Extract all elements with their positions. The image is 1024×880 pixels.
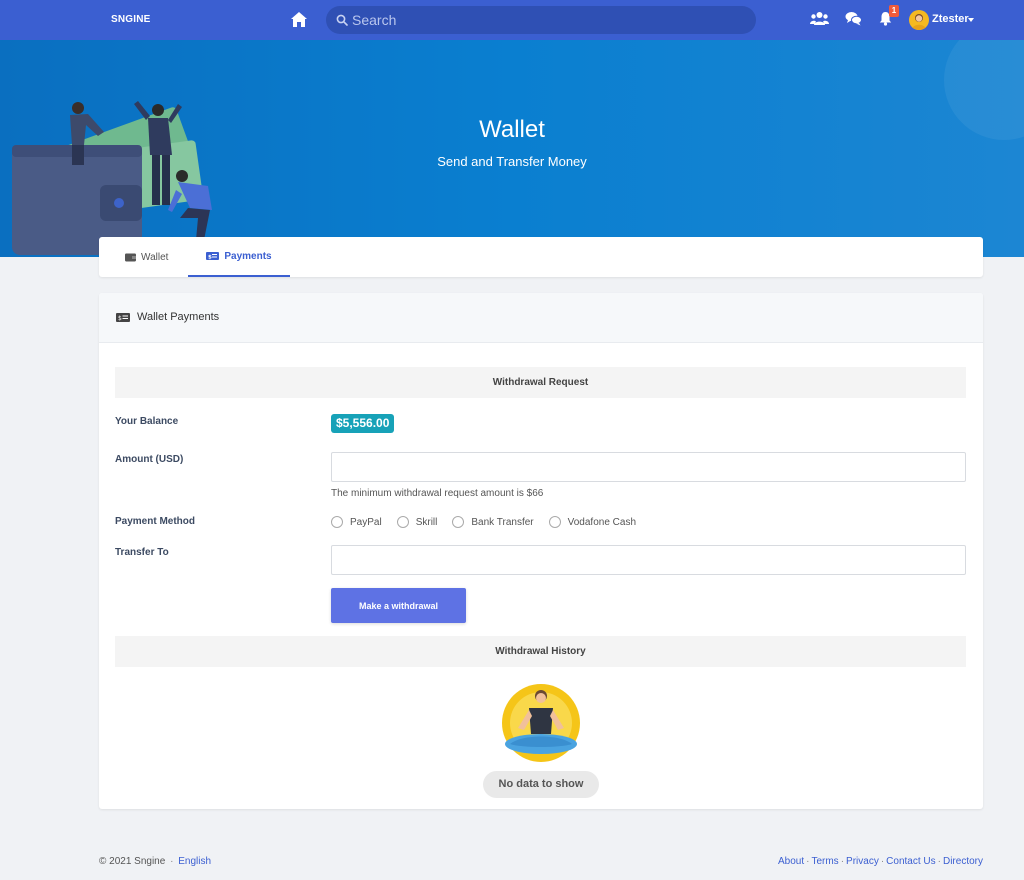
payment-method-options: PayPal Skrill Bank Transfer Vodafone Cas… — [331, 516, 651, 528]
tab-payments-label: Payments — [224, 250, 272, 262]
footer-link-privacy[interactable]: Privacy — [846, 856, 879, 867]
footer-link-contact-us[interactable]: Contact Us — [886, 856, 935, 867]
transfer-to-input[interactable] — [331, 545, 966, 575]
radio-circle[interactable] — [396, 516, 409, 528]
balance-label: Your Balance — [115, 416, 179, 427]
amount-label: Amount (USD) — [115, 454, 184, 465]
language-link[interactable]: English — [178, 856, 211, 867]
friends-icon[interactable] — [810, 11, 829, 26]
wallet-icon — [125, 253, 136, 261]
card-header: $ Wallet Payments — [99, 293, 983, 343]
tab-wallet[interactable]: Wallet — [125, 237, 168, 277]
footer-separator: · — [880, 856, 885, 867]
payment-method-skrill[interactable]: Skrill — [396, 516, 438, 528]
card-title: Wallet Payments — [137, 311, 220, 323]
payment-method-vodafone-cash[interactable]: Vodafone Cash — [548, 516, 637, 528]
money-icon: $ — [116, 313, 130, 322]
avatar-person-icon — [912, 14, 926, 30]
user-menu-caret-icon[interactable] — [968, 18, 974, 22]
hero-title: Wallet — [479, 116, 545, 143]
withdrawal-history-heading: Withdrawal History — [115, 636, 966, 667]
user-name[interactable]: Ztester — [932, 13, 969, 25]
wallet-hero-banner: Wallet Send and Transfer Money — [0, 40, 1024, 257]
balance-badge: $5,556.00 — [331, 414, 395, 433]
no-data-message: No data to show — [483, 771, 599, 798]
notification-badge: 1 — [889, 5, 899, 17]
amount-input[interactable] — [331, 452, 966, 482]
site-logo[interactable]: SNGINE — [111, 14, 151, 25]
footer-separator: · — [806, 856, 810, 867]
tab-wallet-label: Wallet — [141, 251, 169, 263]
footer-link-directory[interactable]: Directory — [943, 856, 983, 867]
payment-method-label-paypal: PayPal — [350, 516, 382, 528]
payment-method-label-bank-transfer: Bank Transfer — [471, 516, 534, 528]
copyright-text: © 2021 Sngine — [99, 856, 166, 867]
top-navbar: SNGINE 1 Ztester — [0, 0, 1024, 40]
payment-method-label: Payment Method — [115, 516, 196, 527]
footer-separator: · — [840, 856, 845, 867]
footer-link-about[interactable]: About — [778, 856, 804, 867]
footer-link-terms[interactable]: Terms — [811, 856, 838, 867]
svg-text:$: $ — [118, 315, 122, 322]
home-icon[interactable] — [290, 11, 308, 28]
footer-links: About · Terms · Privacy · Contact Us · Directory — [778, 856, 983, 867]
wallet-tabs: Wallet $ Payments — [99, 237, 983, 277]
footer-separator: · — [937, 856, 941, 867]
payment-method-bank-transfer[interactable]: Bank Transfer — [452, 516, 534, 528]
meditating-person-empty-state-icon — [502, 684, 580, 762]
messages-icon[interactable] — [845, 11, 862, 26]
user-avatar[interactable] — [909, 10, 929, 30]
payment-method-paypal[interactable]: PayPal — [331, 516, 382, 528]
wallet-payments-card: $ Wallet Payments Withdrawal Request You… — [99, 293, 983, 809]
payment-method-label-vodafone-cash: Vodafone Cash — [567, 516, 637, 528]
search-bar[interactable] — [326, 6, 756, 34]
amount-help-text: The minimum withdrawal request amount is… — [331, 488, 544, 499]
radio-circle[interactable] — [331, 516, 343, 528]
radio-circle[interactable] — [548, 516, 561, 528]
svg-text:$: $ — [208, 254, 212, 260]
make-withdrawal-button[interactable]: Make a withdrawal — [331, 588, 466, 623]
footer-separator: · — [170, 856, 174, 867]
search-icon — [336, 14, 348, 26]
footer-copyright: © 2021 Sngine · English — [99, 856, 211, 867]
radio-circle[interactable] — [452, 516, 465, 528]
payment-method-label-skrill: Skrill — [415, 516, 438, 528]
tab-payments[interactable]: $ Payments — [188, 237, 290, 277]
search-input[interactable] — [352, 6, 752, 34]
withdrawal-request-heading: Withdrawal Request — [115, 367, 966, 398]
money-icon: $ — [206, 252, 220, 260]
transfer-to-label: Transfer To — [115, 547, 169, 558]
hero-subtitle: Send and Transfer Money — [437, 154, 587, 169]
